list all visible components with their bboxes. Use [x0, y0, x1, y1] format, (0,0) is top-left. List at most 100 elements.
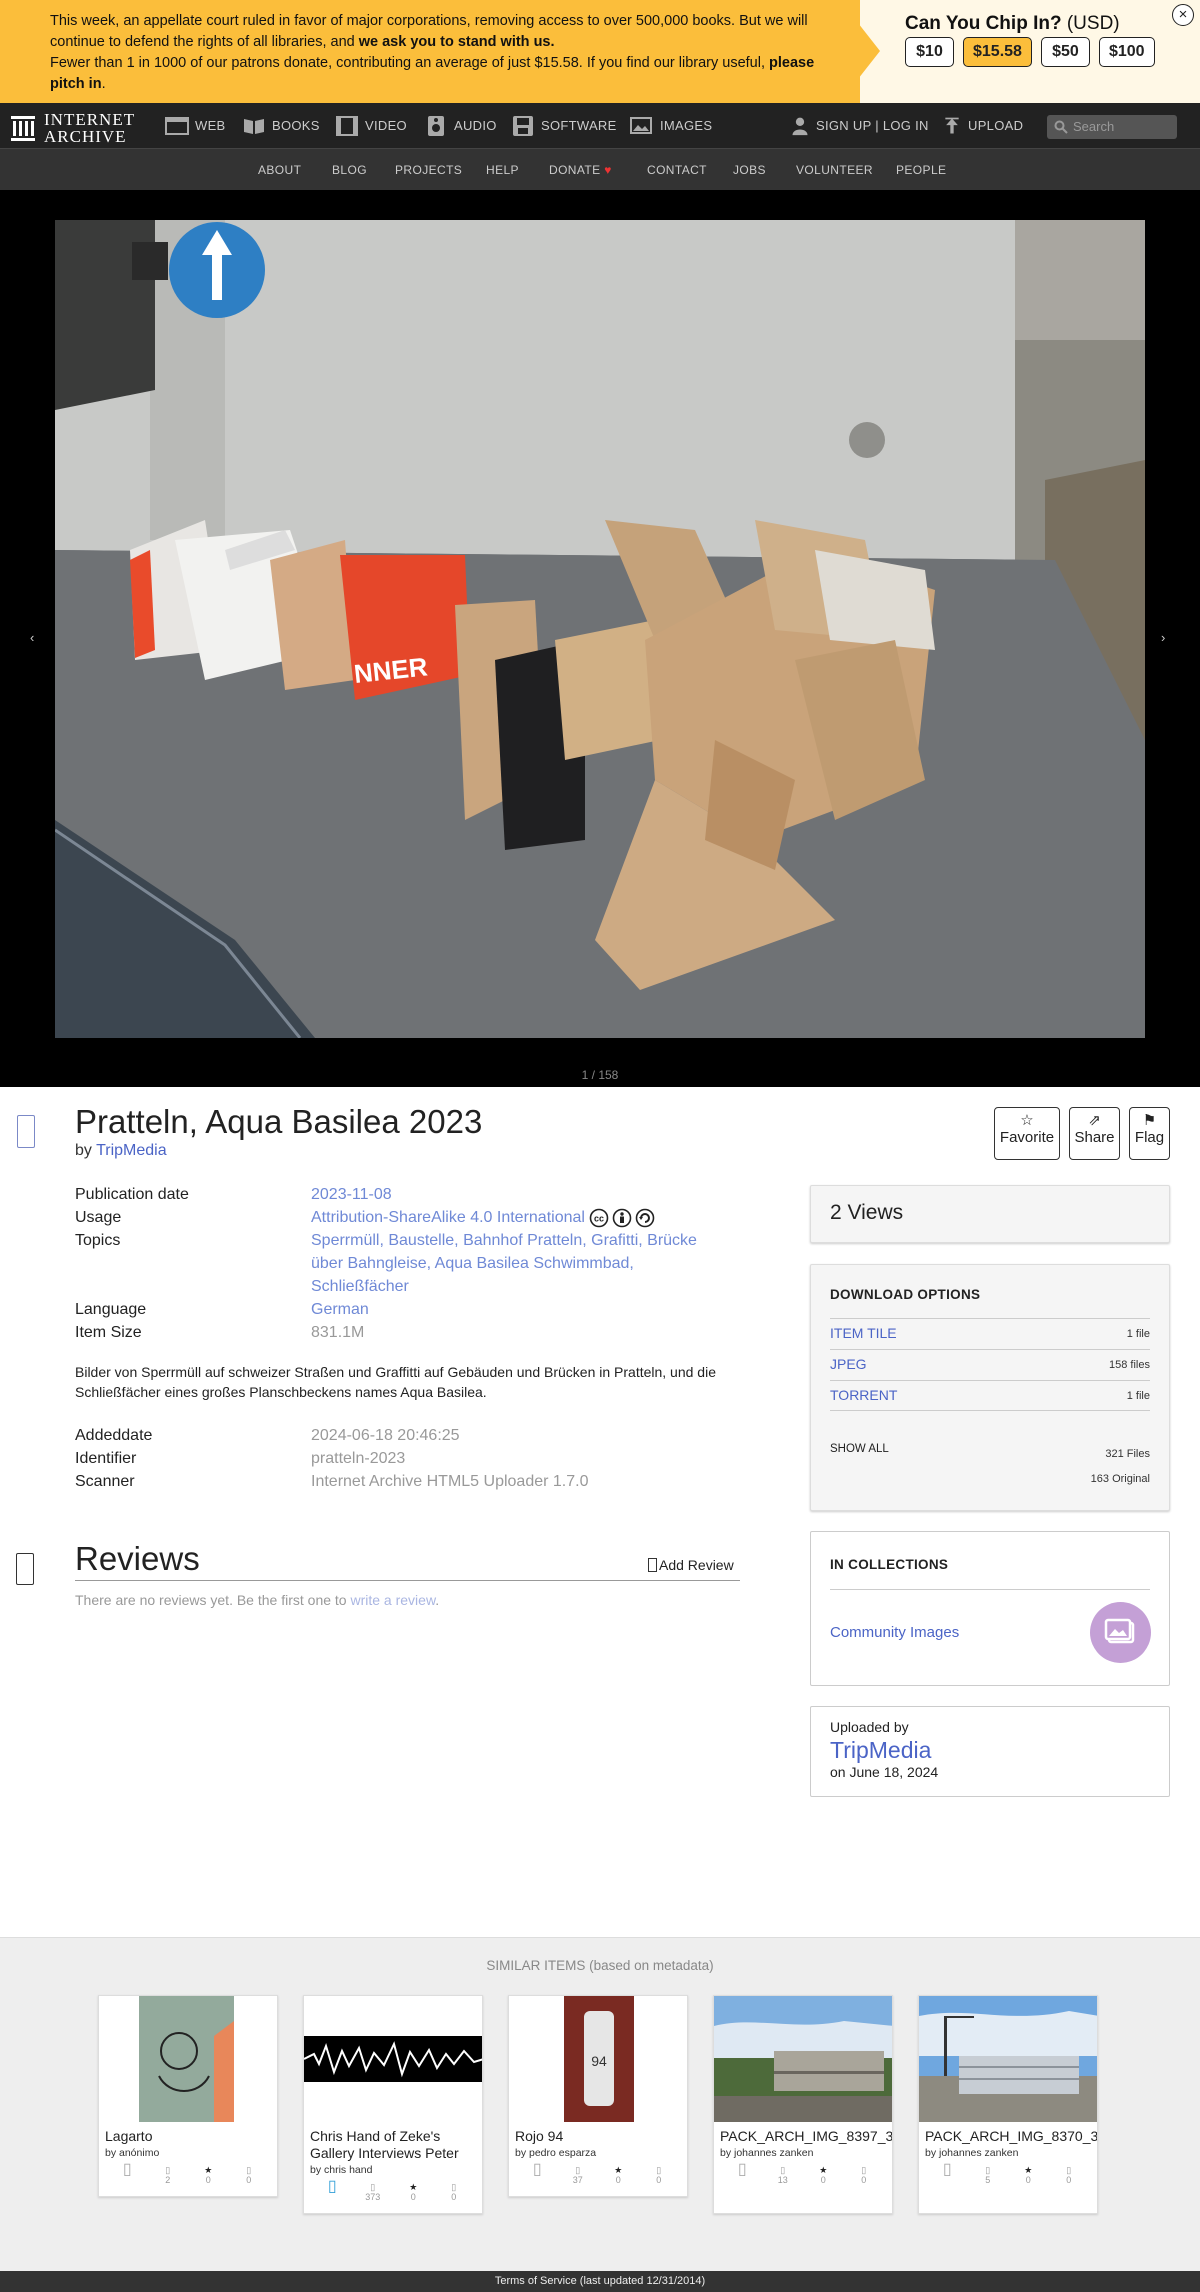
no-reviews-text: There are no reviews yet. Be the first o… — [75, 1592, 347, 1608]
write-review-link[interactable]: write a review — [350, 1592, 435, 1608]
eye-icon: ▯ — [575, 2165, 581, 2175]
views-count: 13 — [777, 2175, 788, 2185]
share-button[interactable]: ⇗ Share — [1069, 1107, 1120, 1160]
topics-links-3[interactable]: Schließfächer — [311, 1278, 409, 1295]
language-link[interactable]: German — [311, 1301, 369, 1318]
collection-community-images-link[interactable]: Community Images — [830, 1624, 959, 1641]
star-icon: ★ — [819, 2165, 828, 2175]
amount-10-button[interactable]: $10 — [905, 37, 954, 67]
scanner-label: Scanner — [75, 1473, 135, 1490]
nav-software[interactable]: SOFTWARE — [511, 103, 617, 148]
close-banner-button[interactable]: × — [1172, 4, 1194, 26]
subnav-help[interactable]: HELP — [486, 163, 519, 177]
software-icon — [513, 115, 533, 136]
nav-video[interactable]: VIDEO — [335, 103, 407, 148]
similar-item-stats: ▯ ▯ 13 ★ 0 ▯ 0 — [714, 2159, 892, 2189]
previous-image-button[interactable]: ‹ — [30, 630, 34, 645]
nav-web[interactable]: WEB — [165, 103, 226, 148]
thumbnail-graffiti — [99, 1996, 277, 2122]
item-thumbnail — [919, 1996, 1097, 2122]
search-icon — [1054, 120, 1068, 134]
download-item-tile-link[interactable]: ITEM TILE — [830, 1325, 897, 1341]
subnav-volunteer[interactable]: VOLUNTEER — [796, 163, 873, 177]
similar-item-card[interactable]: PACK_ARCH_IMG_8370_35361788645 by johann… — [918, 1995, 1098, 2214]
banner-wedge — [840, 0, 880, 102]
subnav-blog[interactable]: BLOG — [332, 163, 367, 177]
usage-label: Usage — [75, 1209, 122, 1226]
subnav-projects[interactable]: PROJECTS — [395, 163, 462, 177]
image-type-icon: ▯ — [122, 2161, 132, 2178]
svg-text:94: 94 — [591, 2053, 607, 2069]
similar-item-title: Lagarto — [105, 2128, 153, 2144]
download-torrent-link[interactable]: TORRENT — [830, 1387, 897, 1403]
pubdate-link[interactable]: 2023-11-08 — [311, 1186, 392, 1203]
share-alike-icon — [636, 1208, 655, 1228]
subnav-people[interactable]: PEOPLE — [896, 163, 946, 177]
favorites-stat: ★ 0 — [399, 2182, 427, 2202]
nav-images[interactable]: IMAGES — [630, 103, 712, 148]
nav-audio-label: AUDIO — [454, 118, 497, 133]
show-all-link[interactable]: SHOW ALL — [830, 1443, 889, 1455]
nav-audio[interactable]: AUDIO — [424, 103, 497, 148]
upload-label: UPLOAD — [968, 118, 1024, 133]
comment-icon: ▯ — [861, 2165, 867, 2175]
license-link[interactable]: Attribution-ShareAlike 4.0 International — [311, 1209, 585, 1226]
amount-1558-button[interactable]: $15.58 — [963, 37, 1032, 67]
similar-item-title: Rojo 94 — [515, 2128, 564, 2144]
image-viewer: ‹ › NNER 1 / 158 — [0, 190, 1200, 1087]
internet-archive-logo[interactable]: INTERNET ARCHIVE — [10, 111, 135, 145]
by-label: by — [75, 1142, 92, 1159]
author-link[interactable]: TripMedia — [96, 1142, 167, 1159]
similar-item-author: by anónimo — [105, 2147, 160, 2159]
favorite-label: Favorite — [999, 1129, 1055, 1146]
amount-50-button[interactable]: $50 — [1040, 37, 1090, 67]
flag-button[interactable]: ⚑ Flag — [1129, 1107, 1170, 1160]
similar-item-stats: ▯ ▯ 2 ★ 0 ▯ 0 — [99, 2159, 277, 2189]
subnav-about[interactable]: ABOUT — [258, 163, 301, 177]
uploader-panel: Uploaded by TripMedia on June 18, 2024 — [810, 1706, 1170, 1797]
item-size-value: 831.1M — [311, 1324, 365, 1341]
favorites-count: 0 — [615, 2175, 621, 2185]
views-stat: ▯ 2 — [154, 2165, 182, 2185]
item-thumbnail — [99, 1996, 277, 2122]
usage-value: Attribution-ShareAlike 4.0 International… — [311, 1206, 655, 1229]
subnav-contact[interactable]: CONTACT — [647, 163, 707, 177]
similar-item-card[interactable]: PACK_ARCH_IMG_8397_35231994221 by johann… — [713, 1995, 893, 2214]
collection-thumbnail[interactable] — [1090, 1602, 1151, 1663]
search-placeholder: Search — [1073, 119, 1115, 134]
terms-of-service-link[interactable]: Terms of Service (last updated 12/31/201… — [0, 2271, 1200, 2292]
scanner-value: Internet Archive HTML5 Uploader 1.7.0 — [311, 1473, 589, 1490]
logo-text: INTERNET ARCHIVE — [44, 111, 135, 145]
upload-link[interactable]: UPLOAD — [942, 103, 1023, 148]
eye-icon: ▯ — [780, 2165, 786, 2175]
addeddate-value: 2024-06-18 20:46:25 — [311, 1427, 460, 1444]
topics-links-2[interactable]: über Bahngleise, Aqua Basilea Schwimmbad… — [311, 1255, 634, 1272]
images-icon — [1104, 1618, 1135, 1644]
subnav-donate[interactable]: DONATE ♥ — [549, 163, 612, 177]
similar-item-card[interactable]: Lagarto by anónimo ▯ ▯ 2 ★ 0 ▯ 0 — [98, 1995, 278, 2197]
similar-item-card[interactable]: Chris Hand of Zeke's Gallery Interviews … — [303, 1995, 483, 2214]
search-input[interactable]: Search — [1047, 115, 1177, 139]
sign-up-login-link[interactable]: SIGN UP | LOG IN — [790, 103, 929, 148]
topics-links-1[interactable]: Sperrmüll, Baustelle, Bahnhof Pratteln, … — [311, 1232, 697, 1249]
cc-icon: cc — [590, 1208, 609, 1228]
nav-books[interactable]: BOOKS — [242, 103, 320, 148]
amount-100-button[interactable]: $100 — [1098, 37, 1155, 67]
item-thumbnail: 94 — [509, 1996, 687, 2122]
reviews-count: 0 — [1066, 2175, 1072, 2185]
similar-item-author: by chris hand — [310, 2164, 373, 2176]
nav-video-label: VIDEO — [365, 118, 407, 133]
similar-item-card[interactable]: 94 Rojo 94 by pedro esparza ▯ ▯ 37 ★ 0 ▯ 0 — [508, 1995, 688, 2197]
secondary-navigation: ABOUT BLOG PROJECTS HELP DONATE ♥ CONTAC… — [0, 148, 1200, 190]
uploader-link[interactable]: TripMedia — [830, 1737, 1150, 1764]
download-jpeg-link[interactable]: JPEG — [830, 1356, 867, 1372]
language-value: German — [311, 1298, 369, 1321]
download-row: JPEG 158 files — [830, 1349, 1150, 1380]
add-review-button[interactable]: Add Review — [648, 1557, 734, 1573]
next-image-button[interactable]: › — [1161, 630, 1165, 645]
item-photo: NNER — [55, 220, 1145, 1038]
favorite-button[interactable]: ☆ Favorite — [994, 1107, 1060, 1160]
audio-type-icon: ▯ — [327, 2178, 337, 2195]
share-label: Share — [1074, 1129, 1115, 1146]
subnav-jobs[interactable]: JOBS — [733, 163, 766, 177]
